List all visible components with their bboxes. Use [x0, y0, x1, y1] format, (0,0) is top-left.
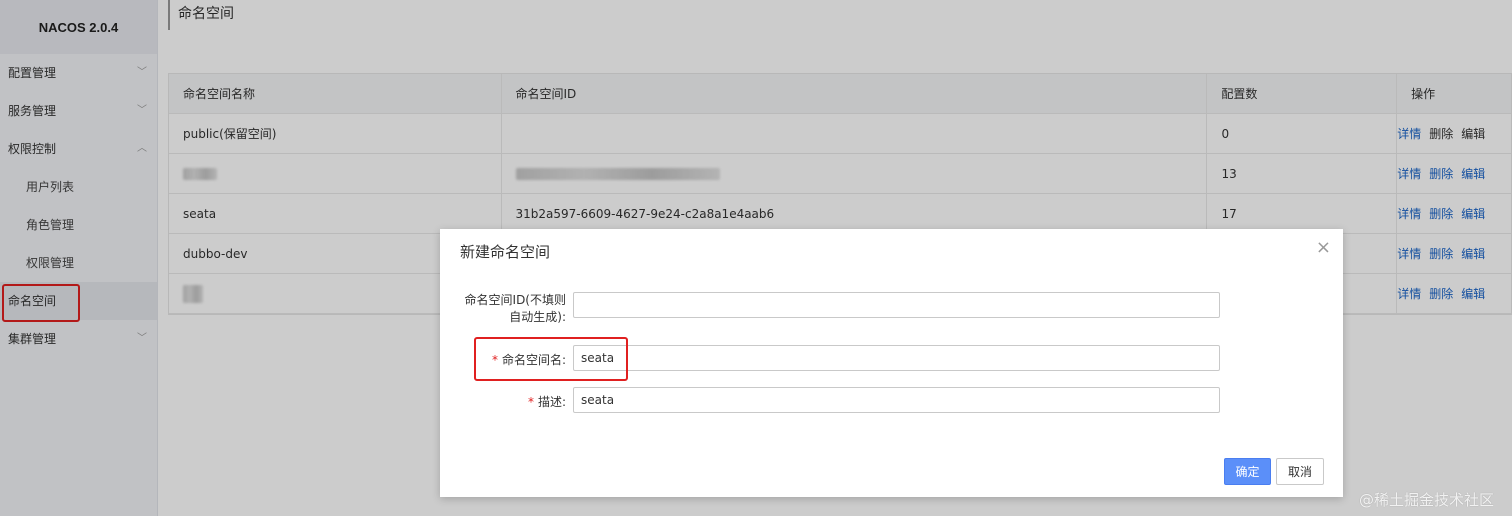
- confirm-button[interactable]: 确定: [1224, 458, 1271, 485]
- label-text: 描述:: [537, 395, 566, 409]
- label-line: 自动生成):: [509, 310, 566, 324]
- namespace-id-label: 命名空间ID(不填则 自动生成):: [454, 292, 566, 326]
- label-line: 命名空间ID(不填则: [464, 293, 566, 307]
- label-text: 命名空间名:: [501, 353, 566, 367]
- dialog-title: 新建命名空间: [460, 243, 551, 261]
- required-mark: *: [491, 353, 498, 367]
- required-mark: *: [527, 395, 534, 409]
- namespace-id-input[interactable]: [573, 292, 1220, 318]
- namespace-name-input[interactable]: [573, 345, 1220, 371]
- cancel-button[interactable]: 取消: [1276, 458, 1324, 485]
- description-input[interactable]: [573, 387, 1220, 413]
- namespace-name-label: * 命名空间名:: [454, 351, 566, 368]
- description-label: * 描述:: [454, 393, 566, 410]
- watermark: @稀土掘金技术社区: [1358, 491, 1494, 509]
- new-namespace-dialog: 新建命名空间 × 命名空间ID(不填则 自动生成): *命名空间名: *描述: …: [440, 229, 1343, 497]
- close-icon[interactable]: ×: [1316, 237, 1331, 258]
